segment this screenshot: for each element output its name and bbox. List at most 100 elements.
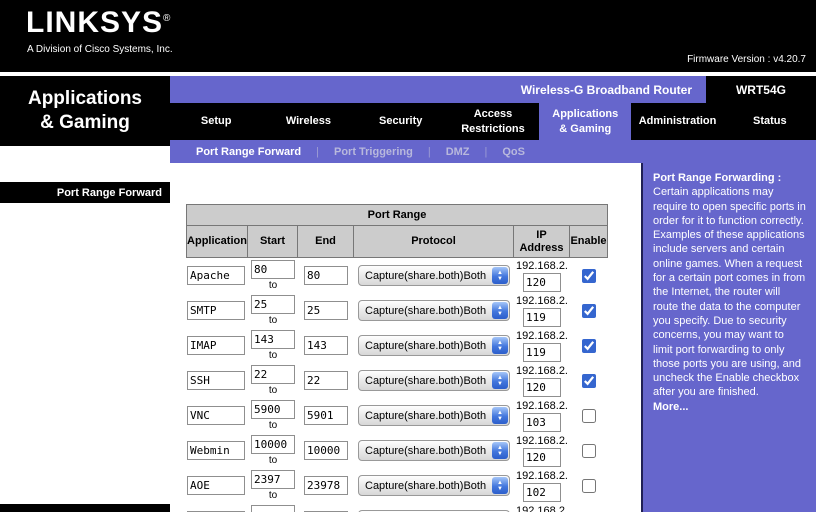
- main-nav: Setup Wireless Security Access Restricti…: [170, 103, 816, 140]
- product-name-bar: Wireless-G Broadband Router: [170, 76, 706, 103]
- enable-checkbox[interactable]: [582, 443, 596, 458]
- ip-last-octet-input[interactable]: [523, 412, 561, 432]
- start-port-input[interactable]: [251, 400, 295, 419]
- table-row: to Capture(share.both)Both▲▼ 192.168.2.: [186, 363, 608, 398]
- protocol-cell: Capture(share.both)Both▲▼: [354, 258, 514, 293]
- ip-last-octet-input[interactable]: [523, 342, 561, 362]
- enable-checkbox[interactable]: [582, 303, 596, 318]
- enable-checkbox[interactable]: [582, 268, 596, 283]
- enable-cell: [570, 328, 608, 363]
- protocol-select[interactable]: Capture(share.both)Both: [358, 475, 510, 496]
- end-port-input[interactable]: [304, 301, 348, 320]
- application-input[interactable]: [187, 406, 245, 425]
- enable-cell: [570, 503, 608, 512]
- protocol-select[interactable]: Capture(share.both)Both: [358, 335, 510, 356]
- start-cell: to: [248, 293, 298, 328]
- application-input[interactable]: [187, 266, 245, 285]
- tab-status[interactable]: Status: [724, 103, 816, 140]
- ip-last-octet-input[interactable]: [523, 482, 561, 502]
- start-port-input[interactable]: [251, 295, 295, 314]
- tab-setup[interactable]: Setup: [170, 103, 262, 140]
- start-cell: to: [248, 328, 298, 363]
- more-link[interactable]: More...: [653, 401, 688, 413]
- enable-checkbox[interactable]: [582, 478, 596, 493]
- to-label: to: [268, 280, 278, 291]
- subnav-dmz[interactable]: DMZ: [446, 146, 470, 158]
- linksys-logo: LINKSYS®: [26, 6, 171, 40]
- ip-cell: 192.168.2.: [514, 258, 570, 293]
- ip-last-octet-input[interactable]: [523, 447, 561, 467]
- product-name: Wireless-G Broadband Router: [520, 82, 692, 97]
- subnav-qos[interactable]: QoS: [502, 146, 525, 158]
- start-port-input[interactable]: [251, 365, 295, 384]
- application-input[interactable]: [187, 336, 245, 355]
- end-port-input[interactable]: [304, 266, 348, 285]
- ip-cell: 192.168.2.: [514, 363, 570, 398]
- enable-checkbox[interactable]: [582, 408, 596, 423]
- table-header-row: Application Start End Protocol IP Addres…: [186, 226, 608, 258]
- ip-last-octet-input[interactable]: [523, 377, 561, 397]
- ip-prefix: 192.168.2.: [516, 329, 568, 342]
- end-cell: [298, 503, 354, 512]
- start-port-input[interactable]: [251, 260, 295, 279]
- start-port-input[interactable]: [251, 330, 295, 349]
- router-admin-page: LINKSYS® A Division of Cisco Systems, In…: [0, 0, 816, 512]
- enable-checkbox[interactable]: [582, 338, 596, 353]
- start-port-input[interactable]: [251, 470, 295, 489]
- tab-wireless[interactable]: Wireless: [262, 103, 354, 140]
- end-cell: [298, 468, 354, 503]
- registered-mark: ®: [163, 13, 172, 24]
- col-start: Start: [248, 226, 298, 258]
- application-cell: [186, 503, 248, 512]
- application-cell: [186, 468, 248, 503]
- end-port-input[interactable]: [304, 371, 348, 390]
- tab-access-restrictions[interactable]: Access Restrictions: [447, 103, 539, 140]
- protocol-cell: Capture(share.both)Both▲▼: [354, 363, 514, 398]
- tab-security[interactable]: Security: [355, 103, 447, 140]
- ip-last-octet-input[interactable]: [523, 272, 561, 292]
- protocol-select[interactable]: Capture(share.both)Both: [358, 370, 510, 391]
- to-label: to: [268, 490, 278, 501]
- to-label: to: [268, 315, 278, 326]
- help-body: Certain applications may require to open…: [653, 186, 806, 399]
- brand-tagline: A Division of Cisco Systems, Inc.: [27, 44, 173, 55]
- protocol-select[interactable]: Capture(share.both)Both: [358, 405, 510, 426]
- protocol-select[interactable]: Capture(share.both)Both: [358, 265, 510, 286]
- start-port-input[interactable]: [251, 505, 295, 512]
- ip-cell: 192.168.2.: [514, 468, 570, 503]
- ip-prefix: 192.168.2.: [516, 259, 568, 272]
- end-cell: [298, 433, 354, 468]
- ip-last-octet-input[interactable]: [523, 307, 561, 327]
- protocol-select[interactable]: Capture(share.both)Both: [358, 440, 510, 461]
- application-input[interactable]: [187, 371, 245, 390]
- tab-applications-gaming[interactable]: Applications & Gaming: [539, 103, 632, 140]
- application-cell: [186, 258, 248, 293]
- tab-administration[interactable]: Administration: [631, 103, 723, 140]
- end-port-input[interactable]: [304, 336, 348, 355]
- ip-prefix: 192.168.2.: [516, 364, 568, 377]
- ip-prefix: 192.168.2.: [516, 399, 568, 412]
- end-port-input[interactable]: [304, 476, 348, 495]
- end-port-input[interactable]: [304, 441, 348, 460]
- ip-prefix: 192.168.2.: [516, 469, 568, 482]
- application-cell: [186, 398, 248, 433]
- start-cell: to: [248, 258, 298, 293]
- table-row: to Capture(share.both)Both▲▼ 192.168.2.: [186, 258, 608, 293]
- col-end: End: [298, 226, 354, 258]
- subnav-port-triggering[interactable]: Port Triggering: [334, 146, 413, 158]
- application-cell: [186, 293, 248, 328]
- start-port-input[interactable]: [251, 435, 295, 454]
- subnav-port-range-forward[interactable]: Port Range Forward: [196, 146, 301, 158]
- start-cell: to: [248, 503, 298, 512]
- application-input[interactable]: [187, 476, 245, 495]
- enable-checkbox[interactable]: [582, 373, 596, 388]
- application-input[interactable]: [187, 301, 245, 320]
- col-application: Application: [186, 226, 248, 258]
- ip-cell: 192.168.2.: [514, 433, 570, 468]
- ip-prefix: 192.168.2.: [516, 504, 568, 512]
- table-title: Port Range: [186, 204, 608, 226]
- protocol-select[interactable]: Capture(share.both)Both: [358, 300, 510, 321]
- application-input[interactable]: [187, 441, 245, 460]
- end-port-input[interactable]: [304, 406, 348, 425]
- enable-cell: [570, 468, 608, 503]
